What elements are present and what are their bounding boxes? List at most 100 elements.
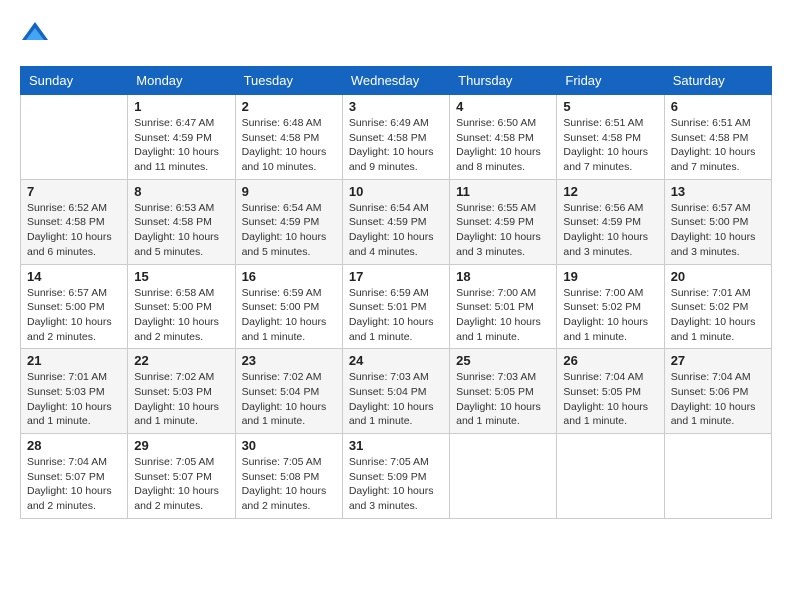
day-info: Sunrise: 6:54 AMSunset: 4:59 PMDaylight:… bbox=[242, 201, 336, 260]
header-friday: Friday bbox=[557, 67, 664, 95]
day-number: 1 bbox=[134, 99, 228, 114]
day-number: 2 bbox=[242, 99, 336, 114]
day-info: Sunrise: 7:00 AMSunset: 5:01 PMDaylight:… bbox=[456, 286, 550, 345]
day-info: Sunrise: 6:57 AMSunset: 5:00 PMDaylight:… bbox=[27, 286, 121, 345]
day-info: Sunrise: 6:57 AMSunset: 5:00 PMDaylight:… bbox=[671, 201, 765, 260]
calendar-cell: 8Sunrise: 6:53 AMSunset: 4:58 PMDaylight… bbox=[128, 179, 235, 264]
day-number: 19 bbox=[563, 269, 657, 284]
calendar-cell: 26 Sunrise: 7:04 AMSunset: 5:05 PMDayligh… bbox=[557, 349, 664, 434]
day-info: Sunrise: 6:50 AMSunset: 4:58 PMDaylight:… bbox=[456, 116, 550, 175]
day-number: 30 bbox=[242, 438, 336, 453]
calendar-cell: 16Sunrise: 6:59 AMSunset: 5:00 PMDayligh… bbox=[235, 264, 342, 349]
calendar-week-5: 28 Sunrise: 7:04 AMSunset: 5:07 PMDayligh… bbox=[21, 434, 772, 519]
day-info: Sunrise: 7:00 AMSunset: 5:02 PMDaylight:… bbox=[563, 286, 657, 345]
day-info: Sunrise: 6:49 AMSunset: 4:58 PMDaylight:… bbox=[349, 116, 443, 175]
day-number: 7 bbox=[27, 184, 121, 199]
calendar-cell: 7 Sunrise: 6:52 AMSunset: 4:58 PMDaylight… bbox=[21, 179, 128, 264]
calendar-cell: 4 Sunrise: 6:50 AMSunset: 4:58 PMDaylight… bbox=[450, 95, 557, 180]
day-number: 13 bbox=[671, 184, 765, 199]
day-info: Sunrise: 6:47 AMSunset: 4:59 PMDaylight:… bbox=[134, 116, 228, 175]
logo-icon bbox=[20, 20, 50, 50]
day-number: 9 bbox=[242, 184, 336, 199]
day-number: 28 bbox=[27, 438, 121, 453]
calendar-cell: 27 Sunrise: 7:04 AMSunset: 5:06 PMDayligh… bbox=[664, 349, 771, 434]
calendar-cell: 3 Sunrise: 6:49 AMSunset: 4:58 PMDaylight… bbox=[342, 95, 449, 180]
day-number: 3 bbox=[349, 99, 443, 114]
calendar-week-3: 14 Sunrise: 6:57 AMSunset: 5:00 PMDayligh… bbox=[21, 264, 772, 349]
day-number: 16 bbox=[242, 269, 336, 284]
day-info: Sunrise: 6:54 AMSunset: 4:59 PMDaylight:… bbox=[349, 201, 443, 260]
day-info: Sunrise: 7:03 AMSunset: 5:04 PMDaylight:… bbox=[349, 370, 443, 429]
page-header bbox=[20, 20, 772, 50]
day-number: 11 bbox=[456, 184, 550, 199]
day-info: Sunrise: 6:56 AMSunset: 4:59 PMDaylight:… bbox=[563, 201, 657, 260]
calendar-cell bbox=[450, 434, 557, 519]
header-saturday: Saturday bbox=[664, 67, 771, 95]
calendar-cell: 17 Sunrise: 6:59 AMSunset: 5:01 PMDayligh… bbox=[342, 264, 449, 349]
header-monday: Monday bbox=[128, 67, 235, 95]
day-info: Sunrise: 7:04 AMSunset: 5:06 PMDaylight:… bbox=[671, 370, 765, 429]
day-number: 22 bbox=[134, 353, 228, 368]
day-info: Sunrise: 7:05 AMSunset: 5:09 PMDaylight:… bbox=[349, 455, 443, 514]
day-info: Sunrise: 7:02 AMSunset: 5:03 PMDaylight:… bbox=[134, 370, 228, 429]
calendar-cell: 23 Sunrise: 7:02 AMSunset: 5:04 PMDayligh… bbox=[235, 349, 342, 434]
day-number: 6 bbox=[671, 99, 765, 114]
calendar-cell: 25Sunrise: 7:03 AMSunset: 5:05 PMDayligh… bbox=[450, 349, 557, 434]
calendar-table: SundayMondayTuesdayWednesdayThursdayFrid… bbox=[20, 66, 772, 519]
header-sunday: Sunday bbox=[21, 67, 128, 95]
calendar-cell: 13 Sunrise: 6:57 AMSunset: 5:00 PMDayligh… bbox=[664, 179, 771, 264]
calendar-cell: 10 Sunrise: 6:54 AMSunset: 4:59 PMDayligh… bbox=[342, 179, 449, 264]
calendar-cell: 15Sunrise: 6:58 AMSunset: 5:00 PMDayligh… bbox=[128, 264, 235, 349]
day-info: Sunrise: 6:51 AMSunset: 4:58 PMDaylight:… bbox=[671, 116, 765, 175]
calendar-week-1: 1 Sunrise: 6:47 AMSunset: 4:59 PMDaylight… bbox=[21, 95, 772, 180]
calendar-cell: 31Sunrise: 7:05 AMSunset: 5:09 PMDayligh… bbox=[342, 434, 449, 519]
day-info: Sunrise: 7:01 AMSunset: 5:03 PMDaylight:… bbox=[27, 370, 121, 429]
day-info: Sunrise: 7:04 AMSunset: 5:05 PMDaylight:… bbox=[563, 370, 657, 429]
calendar-cell: 19 Sunrise: 7:00 AMSunset: 5:02 PMDayligh… bbox=[557, 264, 664, 349]
calendar-cell: 22 Sunrise: 7:02 AMSunset: 5:03 PMDayligh… bbox=[128, 349, 235, 434]
calendar-header-row: SundayMondayTuesdayWednesdayThursdayFrid… bbox=[21, 67, 772, 95]
day-number: 26 bbox=[563, 353, 657, 368]
calendar-week-2: 7 Sunrise: 6:52 AMSunset: 4:58 PMDaylight… bbox=[21, 179, 772, 264]
day-info: Sunrise: 7:04 AMSunset: 5:07 PMDaylight:… bbox=[27, 455, 121, 514]
day-info: Sunrise: 6:53 AMSunset: 4:58 PMDaylight:… bbox=[134, 201, 228, 260]
day-number: 20 bbox=[671, 269, 765, 284]
calendar-cell bbox=[664, 434, 771, 519]
header-tuesday: Tuesday bbox=[235, 67, 342, 95]
calendar-cell: 11 Sunrise: 6:55 AMSunset: 4:59 PMDayligh… bbox=[450, 179, 557, 264]
calendar-cell: 2Sunrise: 6:48 AMSunset: 4:58 PMDaylight… bbox=[235, 95, 342, 180]
calendar-cell: 30 Sunrise: 7:05 AMSunset: 5:08 PMDayligh… bbox=[235, 434, 342, 519]
calendar-cell bbox=[557, 434, 664, 519]
day-number: 27 bbox=[671, 353, 765, 368]
day-number: 17 bbox=[349, 269, 443, 284]
day-info: Sunrise: 7:02 AMSunset: 5:04 PMDaylight:… bbox=[242, 370, 336, 429]
day-info: Sunrise: 6:55 AMSunset: 4:59 PMDaylight:… bbox=[456, 201, 550, 260]
day-info: Sunrise: 7:05 AMSunset: 5:07 PMDaylight:… bbox=[134, 455, 228, 514]
day-number: 29 bbox=[134, 438, 228, 453]
day-number: 23 bbox=[242, 353, 336, 368]
calendar-cell: 1 Sunrise: 6:47 AMSunset: 4:59 PMDaylight… bbox=[128, 95, 235, 180]
header-wednesday: Wednesday bbox=[342, 67, 449, 95]
calendar-cell: 24 Sunrise: 7:03 AMSunset: 5:04 PMDayligh… bbox=[342, 349, 449, 434]
day-info: Sunrise: 7:05 AMSunset: 5:08 PMDaylight:… bbox=[242, 455, 336, 514]
calendar-cell: 29 Sunrise: 7:05 AMSunset: 5:07 PMDayligh… bbox=[128, 434, 235, 519]
day-info: Sunrise: 6:59 AMSunset: 5:01 PMDaylight:… bbox=[349, 286, 443, 345]
day-number: 14 bbox=[27, 269, 121, 284]
day-number: 10 bbox=[349, 184, 443, 199]
calendar-cell: 28 Sunrise: 7:04 AMSunset: 5:07 PMDayligh… bbox=[21, 434, 128, 519]
day-info: Sunrise: 6:52 AMSunset: 4:58 PMDaylight:… bbox=[27, 201, 121, 260]
day-number: 12 bbox=[563, 184, 657, 199]
calendar-cell: 5 Sunrise: 6:51 AMSunset: 4:58 PMDaylight… bbox=[557, 95, 664, 180]
calendar-cell: 21Sunrise: 7:01 AMSunset: 5:03 PMDayligh… bbox=[21, 349, 128, 434]
day-number: 5 bbox=[563, 99, 657, 114]
day-info: Sunrise: 7:01 AMSunset: 5:02 PMDaylight:… bbox=[671, 286, 765, 345]
day-number: 4 bbox=[456, 99, 550, 114]
day-number: 15 bbox=[134, 269, 228, 284]
calendar-cell: 9 Sunrise: 6:54 AMSunset: 4:59 PMDaylight… bbox=[235, 179, 342, 264]
calendar-week-4: 21Sunrise: 7:01 AMSunset: 5:03 PMDayligh… bbox=[21, 349, 772, 434]
calendar-cell: 6 Sunrise: 6:51 AMSunset: 4:58 PMDaylight… bbox=[664, 95, 771, 180]
header-thursday: Thursday bbox=[450, 67, 557, 95]
calendar-cell: 20 Sunrise: 7:01 AMSunset: 5:02 PMDayligh… bbox=[664, 264, 771, 349]
day-number: 24 bbox=[349, 353, 443, 368]
day-info: Sunrise: 6:51 AMSunset: 4:58 PMDaylight:… bbox=[563, 116, 657, 175]
